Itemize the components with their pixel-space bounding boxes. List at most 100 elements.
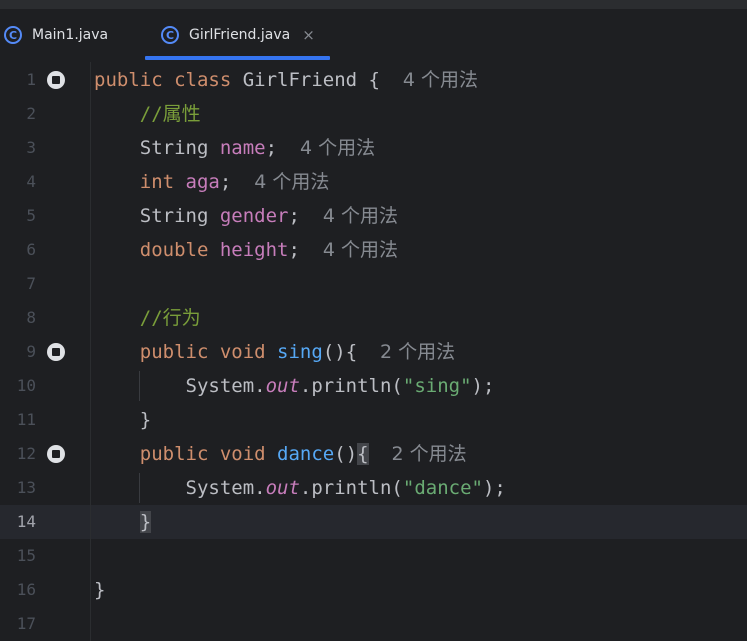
code-line[interactable]: 1 public class GirlFriend { 4 个用法 — [0, 63, 747, 97]
code-text[interactable]: System.out.println("dance"); — [94, 471, 506, 505]
code-editor[interactable]: 1 public class GirlFriend { 4 个用法 2 //属性 3 … — [0, 62, 747, 641]
indent-guide — [139, 371, 140, 401]
code-token: } — [139, 511, 152, 533]
line-number[interactable]: 12 — [0, 437, 36, 471]
line-number[interactable]: 8 — [0, 301, 36, 335]
code-text[interactable]: public class GirlFriend { 4 个用法 — [94, 63, 478, 97]
code-token: ; — [288, 239, 323, 261]
code-token: public class — [94, 69, 243, 91]
line-number[interactable]: 13 — [0, 471, 36, 505]
code-token: } — [94, 579, 106, 601]
code-token: out — [265, 375, 300, 397]
tab-girlfriend-java[interactable]: C GirlFriend.java × — [161, 9, 315, 61]
code-token: GirlFriend { — [242, 69, 403, 91]
usage-hint[interactable]: 4 个用法 — [323, 239, 398, 261]
code-line[interactable]: 13 System.out.println("dance"); — [0, 471, 747, 505]
code-line[interactable]: 6 double height; 4 个用法 — [0, 233, 747, 267]
code-token: aga — [185, 171, 220, 193]
code-line[interactable]: 15 — [0, 539, 747, 573]
line-number[interactable]: 11 — [0, 403, 36, 437]
tab-main1-java[interactable]: C Main1.java — [4, 9, 108, 61]
code-line[interactable]: 11 } — [0, 403, 747, 437]
line-number[interactable]: 15 — [0, 539, 36, 573]
usage-hint[interactable]: 2 个用法 — [391, 443, 466, 465]
usage-hint[interactable]: 4 个用法 — [323, 205, 398, 227]
code-token: } — [94, 409, 152, 431]
code-token: int — [139, 171, 186, 193]
code-token: ); — [471, 375, 495, 397]
code-line[interactable]: 10 System.out.println("sing"); — [0, 369, 747, 403]
code-token: System. — [94, 375, 266, 397]
code-token: //行为 — [139, 307, 201, 329]
code-text[interactable]: double height; 4 个用法 — [94, 233, 398, 267]
code-token: public void — [139, 341, 278, 363]
code-token: public void — [139, 443, 278, 465]
indent-guide — [139, 473, 140, 503]
close-icon[interactable]: × — [302, 26, 315, 44]
breakpoint-toggle-icon[interactable] — [47, 343, 65, 361]
code-text[interactable]: } — [94, 403, 151, 437]
code-line[interactable]: 9 public void sing(){ 2 个用法 — [0, 335, 747, 369]
code-token: out — [265, 477, 300, 499]
code-text[interactable]: //属性 — [94, 97, 201, 131]
line-number[interactable]: 5 — [0, 199, 36, 233]
code-token: gender — [219, 205, 289, 227]
code-line[interactable]: 5 String gender; 4 个用法 — [0, 199, 747, 233]
editor-tab-bar: C Main1.java C GirlFriend.java × — [0, 9, 747, 61]
code-token: ); — [482, 477, 506, 499]
code-line[interactable]: 12 public void dance(){ 2 个用法 — [0, 437, 747, 471]
code-token: name — [219, 137, 266, 159]
code-token: height — [219, 239, 289, 261]
code-line[interactable]: 17 — [0, 607, 747, 641]
line-number[interactable]: 10 — [0, 369, 36, 403]
code-text[interactable]: String gender; 4 个用法 — [94, 199, 398, 233]
usage-hint[interactable]: 4 个用法 — [254, 171, 329, 193]
line-number[interactable]: 2 — [0, 97, 36, 131]
code-token: System. — [94, 477, 266, 499]
usage-hint[interactable]: 4 个用法 — [403, 69, 478, 91]
code-text[interactable]: } — [94, 505, 152, 539]
line-number[interactable]: 4 — [0, 165, 36, 199]
code-token: sing — [277, 341, 323, 363]
breakpoint-toggle-icon[interactable] — [47, 445, 65, 463]
breakpoint-toggle-icon[interactable] — [47, 71, 65, 89]
line-number[interactable]: 9 — [0, 335, 36, 369]
code-text[interactable]: public void sing(){ 2 个用法 — [94, 335, 455, 369]
code-line[interactable]: 3 String name; 4 个用法 — [0, 131, 747, 165]
code-line[interactable]: 8 //行为 — [0, 301, 747, 335]
active-tab-indicator — [145, 56, 330, 60]
line-number[interactable]: 6 — [0, 233, 36, 267]
java-class-icon: C — [161, 26, 179, 44]
code-token: //属性 — [139, 103, 201, 125]
code-token: String — [94, 205, 220, 227]
usage-hint[interactable]: 2 个用法 — [380, 341, 455, 363]
code-line[interactable]: 16} — [0, 573, 747, 607]
line-number[interactable]: 3 — [0, 131, 36, 165]
line-number[interactable]: 14 — [0, 505, 36, 539]
code-token: "sing" — [402, 375, 472, 397]
code-text[interactable]: public void dance(){ 2 个用法 — [94, 437, 467, 471]
code-token: ; — [265, 137, 300, 159]
line-number[interactable]: 7 — [0, 267, 36, 301]
line-number[interactable]: 1 — [0, 63, 36, 97]
code-text[interactable]: //行为 — [94, 301, 201, 335]
line-number[interactable]: 17 — [0, 607, 36, 641]
code-line[interactable]: 2 //属性 — [0, 97, 747, 131]
code-line[interactable]: 7 — [0, 267, 747, 301]
code-line[interactable]: 14 } — [0, 505, 747, 539]
code-text[interactable]: String name; 4 个用法 — [94, 131, 375, 165]
code-text[interactable]: System.out.println("sing"); — [94, 369, 495, 403]
code-token: String — [94, 137, 220, 159]
code-token: ; — [219, 171, 255, 193]
code-text[interactable]: } — [94, 573, 105, 607]
code-text[interactable]: int aga; 4 个用法 — [94, 165, 330, 199]
code-token: "dance" — [402, 477, 483, 499]
usage-hint[interactable]: 4 个用法 — [300, 137, 375, 159]
line-number[interactable]: 16 — [0, 573, 36, 607]
code-token: () — [334, 443, 358, 465]
code-line[interactable]: 4 int aga; 4 个用法 — [0, 165, 747, 199]
